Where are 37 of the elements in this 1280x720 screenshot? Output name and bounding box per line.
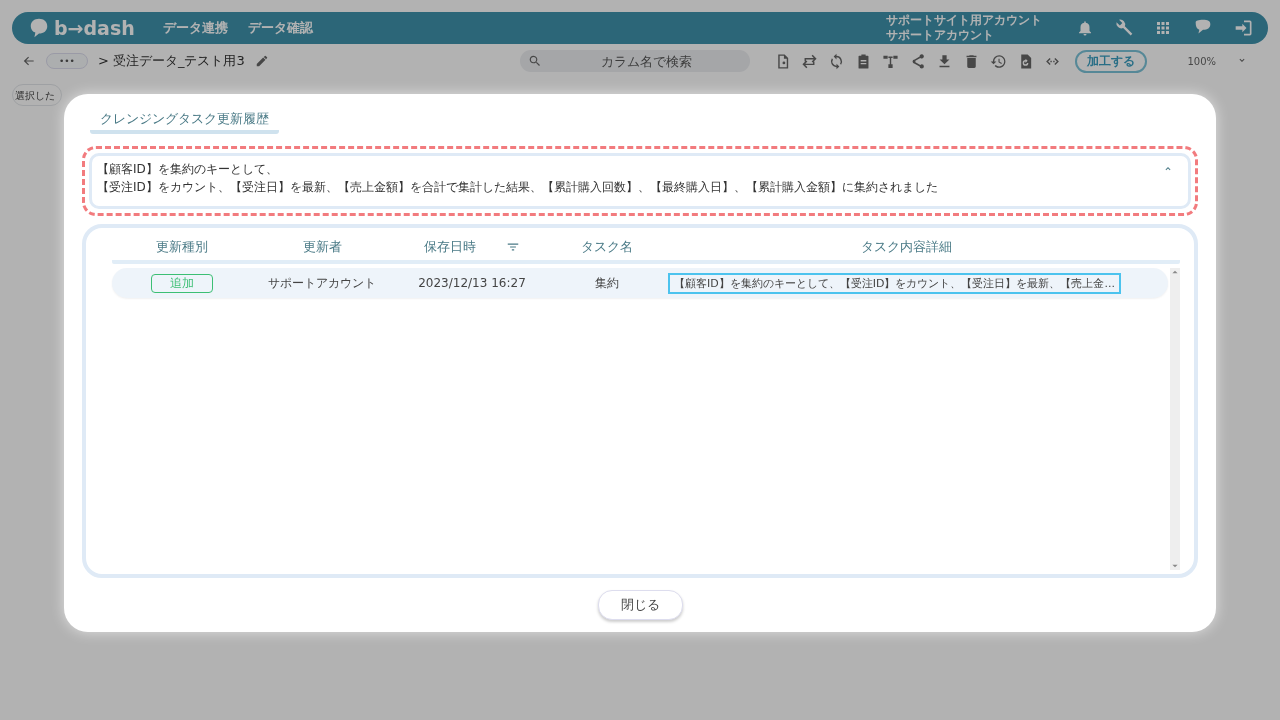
- summary-text: 【顧客ID】を集約のキーとして、 【受注ID】をカウント、【受注日】を最新、【売上金額】を合計で集計した結果、【累計購入回数】、【最終購入日】、【累計購入金額】に集約されました: [97, 161, 939, 196]
- table-cell[interactable]: 【顧客ID】を集約のキーとして、【受注ID】をカウント、【受注日】を最新、【売上金...: [668, 272, 1121, 294]
- account-site: サポートサイト用アカウント: [886, 13, 1042, 28]
- process-button[interactable]: 加工する: [1075, 49, 1148, 73]
- nav-link[interactable]: データ連携: [162, 19, 228, 37]
- table-row[interactable]: 追加 サポートアカウント 2023/12/13 16:27 集約 【顧客ID】を集約のキーとして、【受注ID】をカウント、【受注日】を最新、【売上金...: [112, 268, 1168, 298]
- search-icon: [528, 54, 543, 68]
- account-user: サポートアカウント: [886, 28, 995, 43]
- column-header: 更新者: [302, 238, 342, 256]
- zoom-select[interactable]: 100%: [1157, 55, 1258, 67]
- pencil-icon[interactable]: [254, 54, 269, 68]
- column-header: タスク名: [581, 238, 633, 256]
- selection-field[interactable]: 選択した: [12, 84, 62, 106]
- update-type-tag: 追加: [151, 273, 213, 293]
- table-cell-text: 集約: [594, 274, 620, 292]
- bell-icon[interactable]: [1076, 19, 1094, 37]
- history-icon[interactable]: [990, 52, 1008, 70]
- scrollbar[interactable]: [1170, 268, 1180, 570]
- more-button[interactable]: •••: [46, 53, 88, 69]
- dialog-title: クレンジングタスク更新履歴: [90, 110, 279, 134]
- scroll-down-icon: [1171, 562, 1179, 570]
- logo[interactable]: b→dash: [26, 17, 135, 39]
- table-cell-text: サポートアカウント: [267, 274, 377, 292]
- close-button[interactable]: 閉じる: [597, 590, 683, 620]
- column-header: タスク内容詳細: [860, 238, 952, 256]
- column-header: 更新種別: [156, 238, 208, 256]
- logout-icon[interactable]: [1234, 18, 1254, 38]
- grid-icon[interactable]: [1154, 19, 1172, 37]
- breadcrumb: > 受注データ_テスト用3: [97, 52, 245, 70]
- back-arrow-icon[interactable]: [22, 54, 36, 68]
- nav-link[interactable]: データ確認: [247, 19, 313, 37]
- table-cell-text: 2023/12/13 16:27: [417, 276, 527, 290]
- swap-icon[interactable]: [801, 52, 819, 70]
- column-header: 保存日時: [424, 238, 476, 256]
- search-field[interactable]: カラム名で検索: [520, 50, 751, 72]
- wrench-icon[interactable]: [1114, 18, 1134, 38]
- scroll-up-icon: [1171, 268, 1179, 276]
